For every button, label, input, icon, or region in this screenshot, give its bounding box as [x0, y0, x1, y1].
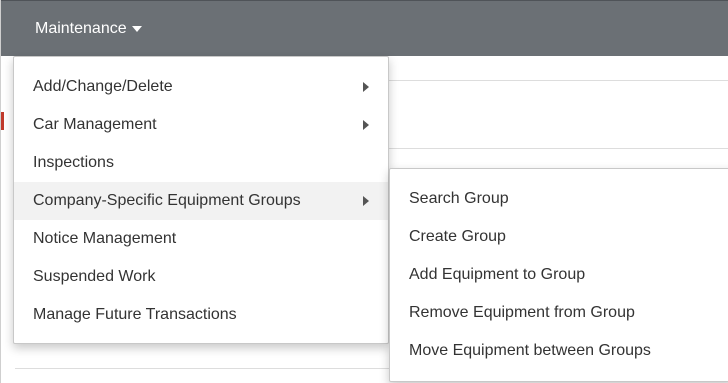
menu-item-label: Add/Change/Delete — [33, 78, 173, 95]
maintenance-menu-toggle[interactable]: Maintenance — [35, 19, 142, 39]
page-frame: Maintenance Add/Change/Delete Car Manage… — [0, 0, 728, 383]
menu-item-label: Company-Specific Equipment Groups — [33, 192, 301, 209]
caret-right-icon — [363, 82, 369, 92]
menu-item-suspended-work[interactable]: Suspended Work — [14, 258, 388, 296]
caret-down-icon — [131, 25, 142, 32]
menu-item-label: Suspended Work — [33, 268, 156, 285]
submenu-item-add-equipment-to-group[interactable]: Add Equipment to Group — [390, 256, 728, 294]
menu-item-notice-management[interactable]: Notice Management — [14, 220, 388, 258]
caret-right-icon — [363, 196, 369, 206]
menu-item-company-specific-equipment-groups[interactable]: Company-Specific Equipment Groups — [14, 182, 388, 220]
top-navbar: Maintenance — [1, 0, 728, 56]
menu-item-label: Notice Management — [33, 230, 177, 247]
menu-item-label: Inspections — [33, 154, 114, 171]
submenu-item-create-group[interactable]: Create Group — [390, 218, 728, 256]
menu-item-car-management[interactable]: Car Management — [14, 106, 388, 144]
menu-item-label: Manage Future Transactions — [33, 306, 237, 323]
submenu-item-move-equipment-between-groups[interactable]: Move Equipment between Groups — [390, 332, 728, 370]
caret-right-icon — [363, 120, 369, 130]
maintenance-dropdown-menu: Add/Change/Delete Car Management Inspect… — [13, 56, 389, 344]
menu-item-add-change-delete[interactable]: Add/Change/Delete — [14, 68, 388, 106]
status-indicator — [1, 112, 4, 130]
submenu-item-search-group[interactable]: Search Group — [390, 180, 728, 218]
menu-item-manage-future-transactions[interactable]: Manage Future Transactions — [14, 296, 388, 334]
menu-item-inspections[interactable]: Inspections — [14, 144, 388, 182]
maintenance-menu-label: Maintenance — [35, 20, 127, 37]
equipment-groups-submenu: Search Group Create Group Add Equipment … — [389, 168, 728, 382]
submenu-item-remove-equipment-from-group[interactable]: Remove Equipment from Group — [390, 294, 728, 332]
menu-item-label: Car Management — [33, 116, 157, 133]
